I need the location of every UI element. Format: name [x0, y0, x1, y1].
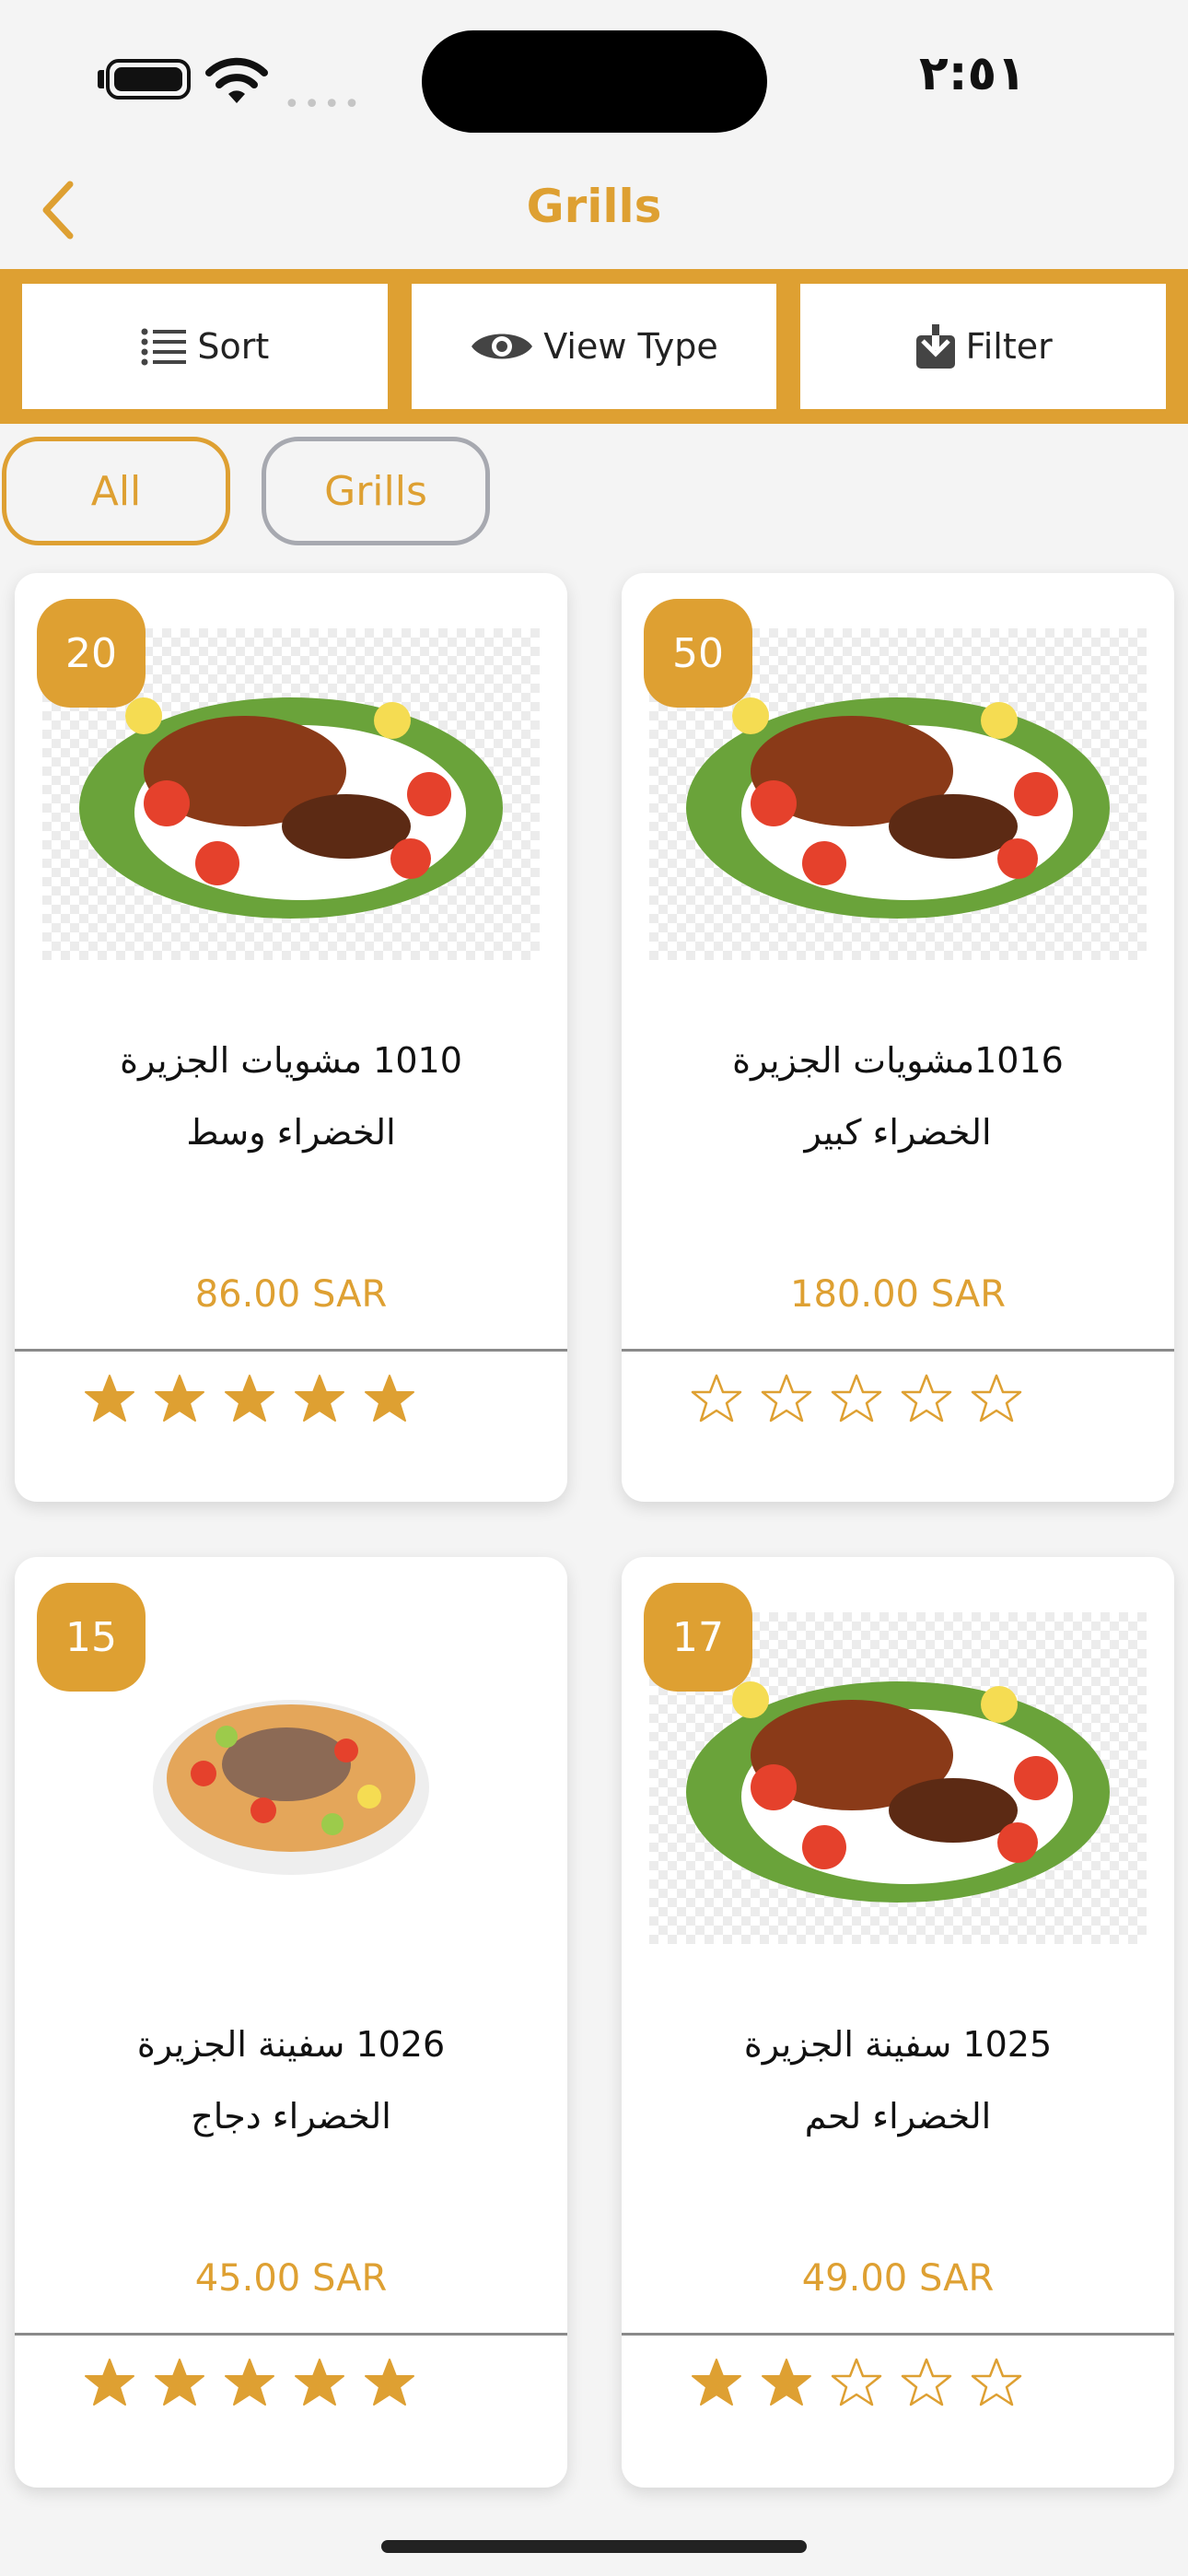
product-name: 1025 سفينة الجزيرة الخضراء لحم	[649, 2008, 1147, 2152]
star-filled-icon	[225, 1375, 274, 1422]
product-name-line2: الخضراء كبير	[804, 1112, 992, 1153]
chip-all[interactable]: All	[2, 437, 230, 545]
star-outline-icon	[691, 1374, 742, 1423]
star-filled-icon	[295, 2359, 344, 2406]
star-outline-icon	[901, 1374, 952, 1423]
product-card[interactable]: 20 1010 مشويات الجزيرة الخضراء وسط 86.00…	[15, 573, 567, 1502]
star-filled-icon	[365, 1375, 414, 1422]
product-name-line2: الخضراء دجاج	[191, 2096, 391, 2137]
star-rating	[690, 1373, 1023, 1426]
star-filled-icon	[295, 1375, 344, 1422]
product-price: 45.00 SAR	[194, 2257, 388, 2300]
product-price: 86.00 SAR	[194, 1273, 388, 1316]
star-filled-icon	[155, 2359, 204, 2406]
signal-indicator: ••••	[284, 88, 364, 121]
star-outline-icon	[831, 2358, 882, 2406]
quantity-badge: 20	[37, 599, 146, 708]
chip-grills[interactable]: Grills	[262, 437, 490, 545]
product-name-line1: 1016مشويات الجزيرة	[732, 1040, 1064, 1081]
quantity-badge: 17	[644, 1583, 752, 1692]
download-tray-icon	[915, 324, 955, 369]
product-name-line1: 1025 سفينة الجزيرة	[743, 2024, 1053, 2065]
battery-icon	[106, 59, 191, 100]
product-price: 49.00 SAR	[801, 2257, 995, 2300]
star-rating	[690, 2357, 1023, 2410]
view-type-label: View Type	[543, 326, 718, 367]
home-indicator	[381, 2540, 807, 2553]
product-price: 180.00 SAR	[790, 1273, 1006, 1316]
card-divider	[622, 1349, 1174, 1352]
star-filled-icon	[85, 2359, 134, 2406]
product-name-line2: الخضراء لحم	[804, 2096, 992, 2137]
page-title: Grills	[526, 180, 662, 233]
star-rating	[83, 1373, 416, 1426]
star-filled-icon	[225, 2359, 274, 2406]
quantity-badge: 15	[37, 1583, 146, 1692]
filter-button[interactable]: Filter	[800, 284, 1167, 409]
star-filled-icon	[85, 1375, 134, 1422]
star-filled-icon	[365, 2359, 414, 2406]
product-name-line2: الخضراء وسط	[186, 1112, 396, 1153]
list-icon	[141, 328, 187, 366]
product-name-line1: 1010 مشويات الجزيرة	[120, 1040, 462, 1081]
star-filled-icon	[692, 2359, 741, 2406]
quantity-badge: 50	[644, 599, 752, 708]
toolbar: Sort View Type Filter	[0, 269, 1188, 424]
star-filled-icon	[155, 1375, 204, 1422]
star-filled-icon	[762, 2359, 811, 2406]
sort-label: Sort	[197, 326, 270, 367]
battery-tip	[98, 70, 104, 88]
product-card[interactable]: 15 1026 سفينة الجزيرة الخضراء دجاج 45.00…	[15, 1557, 567, 2488]
star-outline-icon	[761, 1374, 812, 1423]
card-divider	[15, 1349, 567, 1352]
product-name: 1016مشويات الجزيرة الخضراء كبير	[649, 1025, 1147, 1168]
view-type-button[interactable]: View Type	[411, 284, 777, 409]
card-divider	[622, 2333, 1174, 2336]
product-name: 1026 سفينة الجزيرة الخضراء دجاج	[42, 2008, 540, 2152]
eye-icon	[472, 334, 533, 359]
star-rating	[83, 2357, 416, 2410]
wifi-icon	[205, 57, 268, 103]
star-outline-icon	[831, 1374, 882, 1423]
star-outline-icon	[971, 1374, 1022, 1423]
dynamic-island	[422, 30, 767, 133]
star-outline-icon	[971, 2358, 1022, 2406]
product-name: 1010 مشويات الجزيرة الخضراء وسط	[42, 1025, 540, 1168]
status-time: ٢:٥١	[919, 46, 1027, 101]
product-name-line1: 1026 سفينة الجزيرة	[136, 2024, 446, 2065]
card-divider	[15, 2333, 567, 2336]
star-outline-icon	[901, 2358, 952, 2406]
product-card[interactable]: 50 1016مشويات الجزيرة الخضراء كبير 180.0…	[622, 573, 1174, 1502]
product-card[interactable]: 17 1025 سفينة الجزيرة الخضراء لحم 49.00 …	[622, 1557, 1174, 2488]
status-bar: •••• ٢:٥١	[0, 0, 1188, 147]
filter-label: Filter	[965, 326, 1053, 367]
sort-button[interactable]: Sort	[22, 284, 388, 409]
